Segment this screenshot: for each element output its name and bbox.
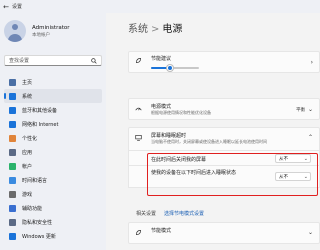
sidebar-item[interactable]: 主页 (4, 75, 102, 89)
battery-saver-settings-link[interactable]: 选择节电模式设置 (164, 211, 204, 217)
screen-off-value: 从不 (279, 156, 288, 162)
sidebar-item[interactable]: 网络和 Internet (4, 117, 102, 131)
chevron-right-icon: › (310, 59, 313, 66)
back-arrow-icon[interactable]: ← (0, 3, 12, 11)
power-mode-card[interactable]: 电源模式 根据电源使用情况和性能优化设备 平衡 ⌄ (128, 98, 320, 120)
bluetooth-icon (9, 106, 16, 114)
sidebar-item-label: 隐私和安全性 (22, 219, 53, 226)
screen-sleep-description: 当电脑不使用时，关闭屏幕或使设备进入睡眠以延长电池使用时间 (151, 139, 267, 144)
chevron-up-icon[interactable]: ⌃ (308, 134, 313, 141)
power-mode-value[interactable]: 平衡 (296, 107, 305, 113)
sidebar-item[interactable]: Windows 更新 (4, 229, 102, 243)
gaming-icon (9, 190, 16, 198)
chevron-down-icon: ⌄ (303, 156, 308, 162)
sidebar-item-label: 游戏 (22, 191, 33, 198)
sidebar-item[interactable]: 游戏 (4, 187, 102, 201)
screen-off-row: 在此时间后关闭我的屏幕 从不 ⌄ (128, 151, 320, 166)
sidebar-item-label: Windows 更新 (22, 233, 56, 240)
screen-sleep-card[interactable]: 屏幕和睡眠超时 当电脑不使用时，关闭屏幕或使设备进入睡眠以延长电池使用时间 ⌃ (128, 127, 320, 151)
sidebar-item[interactable]: 蓝牙和其他设备 (4, 103, 102, 117)
page-title: 电源 (162, 24, 183, 35)
energy-recommendations-title: 节能建议 (151, 56, 172, 62)
power-mode-description: 根据电源使用情况和性能优化设备 (151, 110, 211, 115)
search-input[interactable]: 查找设置 (9, 57, 91, 64)
brush-icon (9, 134, 16, 142)
sidebar-item-label: 蓝牙和其他设备 (22, 107, 58, 114)
sidebar: Administrator 本地帐户 查找设置 主页系统蓝牙和其他设备 网络和 I… (0, 13, 106, 250)
related-settings-label: 相关设置 (136, 211, 157, 217)
power-mode-title: 电源模式 (151, 104, 172, 110)
sidebar-item[interactable]: 隐私和安全性 (4, 215, 102, 229)
sleep-value: 从不 (279, 174, 288, 180)
sidebar-item-label: 个性化 (22, 135, 38, 142)
breadcrumb-separator: > (151, 24, 160, 35)
power-mode-icon (135, 107, 142, 111)
search-box[interactable]: 查找设置 (4, 55, 102, 66)
sidebar-item[interactable]: 时间和语言 (4, 173, 102, 187)
sidebar-item[interactable]: 应用 (4, 145, 102, 159)
profile-account-type: 本地帐户 (32, 32, 50, 38)
screen-off-label: 在此时间后关闭我的屏幕 (151, 157, 207, 163)
time-language-icon (9, 176, 16, 184)
battery-saver-icon (136, 230, 141, 235)
home-icon (9, 78, 16, 86)
sidebar-item-label: 帐户 (22, 163, 33, 170)
sidebar-item-label: 应用 (22, 149, 33, 156)
accessibility-icon (9, 204, 16, 212)
profile[interactable]: Administrator 本地帐户 (4, 20, 70, 42)
sidebar-item-label: 时间和语言 (22, 177, 48, 184)
breadcrumb: 系统 > 电源 (128, 20, 182, 35)
sleep-row: 使我的设备在以下时间后进入睡眠状态 从不 ⌄ (128, 166, 320, 188)
sidebar-item-label: 系统 (22, 93, 33, 100)
apps-icon (9, 148, 16, 156)
energy-slider[interactable] (151, 65, 199, 71)
sidebar-item[interactable]: 辅助功能 (4, 201, 102, 215)
main-panel: 系统 > 电源 节能建议 › 电源模式 根据电源使用情况和性能优化设备 平衡 ⌄ 屏… (106, 13, 320, 250)
profile-name: Administrator (32, 24, 70, 31)
energy-recommendations-card[interactable]: 节能建议 › (128, 51, 320, 73)
chevron-down-icon: ⌄ (303, 174, 308, 180)
sidebar-item[interactable]: 帐户 (4, 159, 102, 173)
breadcrumb-parent[interactable]: 系统 (128, 24, 148, 35)
battery-saver-card[interactable]: 节能模式 ⌄ (128, 222, 320, 244)
related-settings: 相关设置 选择节电模式设置 (136, 210, 204, 217)
sidebar-item[interactable]: 个性化 (4, 131, 102, 145)
energy-slider-thumb[interactable] (167, 65, 174, 71)
sidebar-nav: 主页系统蓝牙和其他设备 网络和 Internet 个性化应用帐户时间和语言游戏辅助功… (4, 75, 102, 243)
shield-icon (9, 218, 16, 226)
screen-sleep-title: 屏幕和睡眠超时 (151, 133, 187, 139)
system-icon (9, 92, 16, 100)
avatar (4, 20, 26, 42)
sleep-dropdown[interactable]: 从不 ⌄ (275, 172, 311, 181)
update-icon (9, 232, 16, 240)
monitor-sleep-icon (135, 135, 142, 141)
title-bar: ← 设置 (0, 0, 320, 13)
battery-saver-title: 节能模式 (151, 228, 172, 234)
search-icon (91, 57, 97, 64)
accounts-icon (9, 162, 16, 170)
screen-off-dropdown[interactable]: 从不 ⌄ (275, 154, 311, 163)
sidebar-item-label: 网络和 Internet (22, 121, 59, 128)
sidebar-item[interactable]: 系统 (4, 89, 102, 103)
sidebar-item-label: 主页 (22, 79, 33, 86)
chevron-down-icon[interactable]: ⌄ (308, 106, 313, 113)
leaf-icon (136, 58, 141, 63)
sleep-label: 使我的设备在以下时间后进入睡眠状态 (151, 170, 237, 176)
window-title: 设置 (12, 4, 23, 10)
network-icon (9, 120, 16, 128)
sidebar-item-label: 辅助功能 (22, 205, 43, 212)
chevron-down-icon[interactable]: ⌄ (308, 229, 313, 236)
